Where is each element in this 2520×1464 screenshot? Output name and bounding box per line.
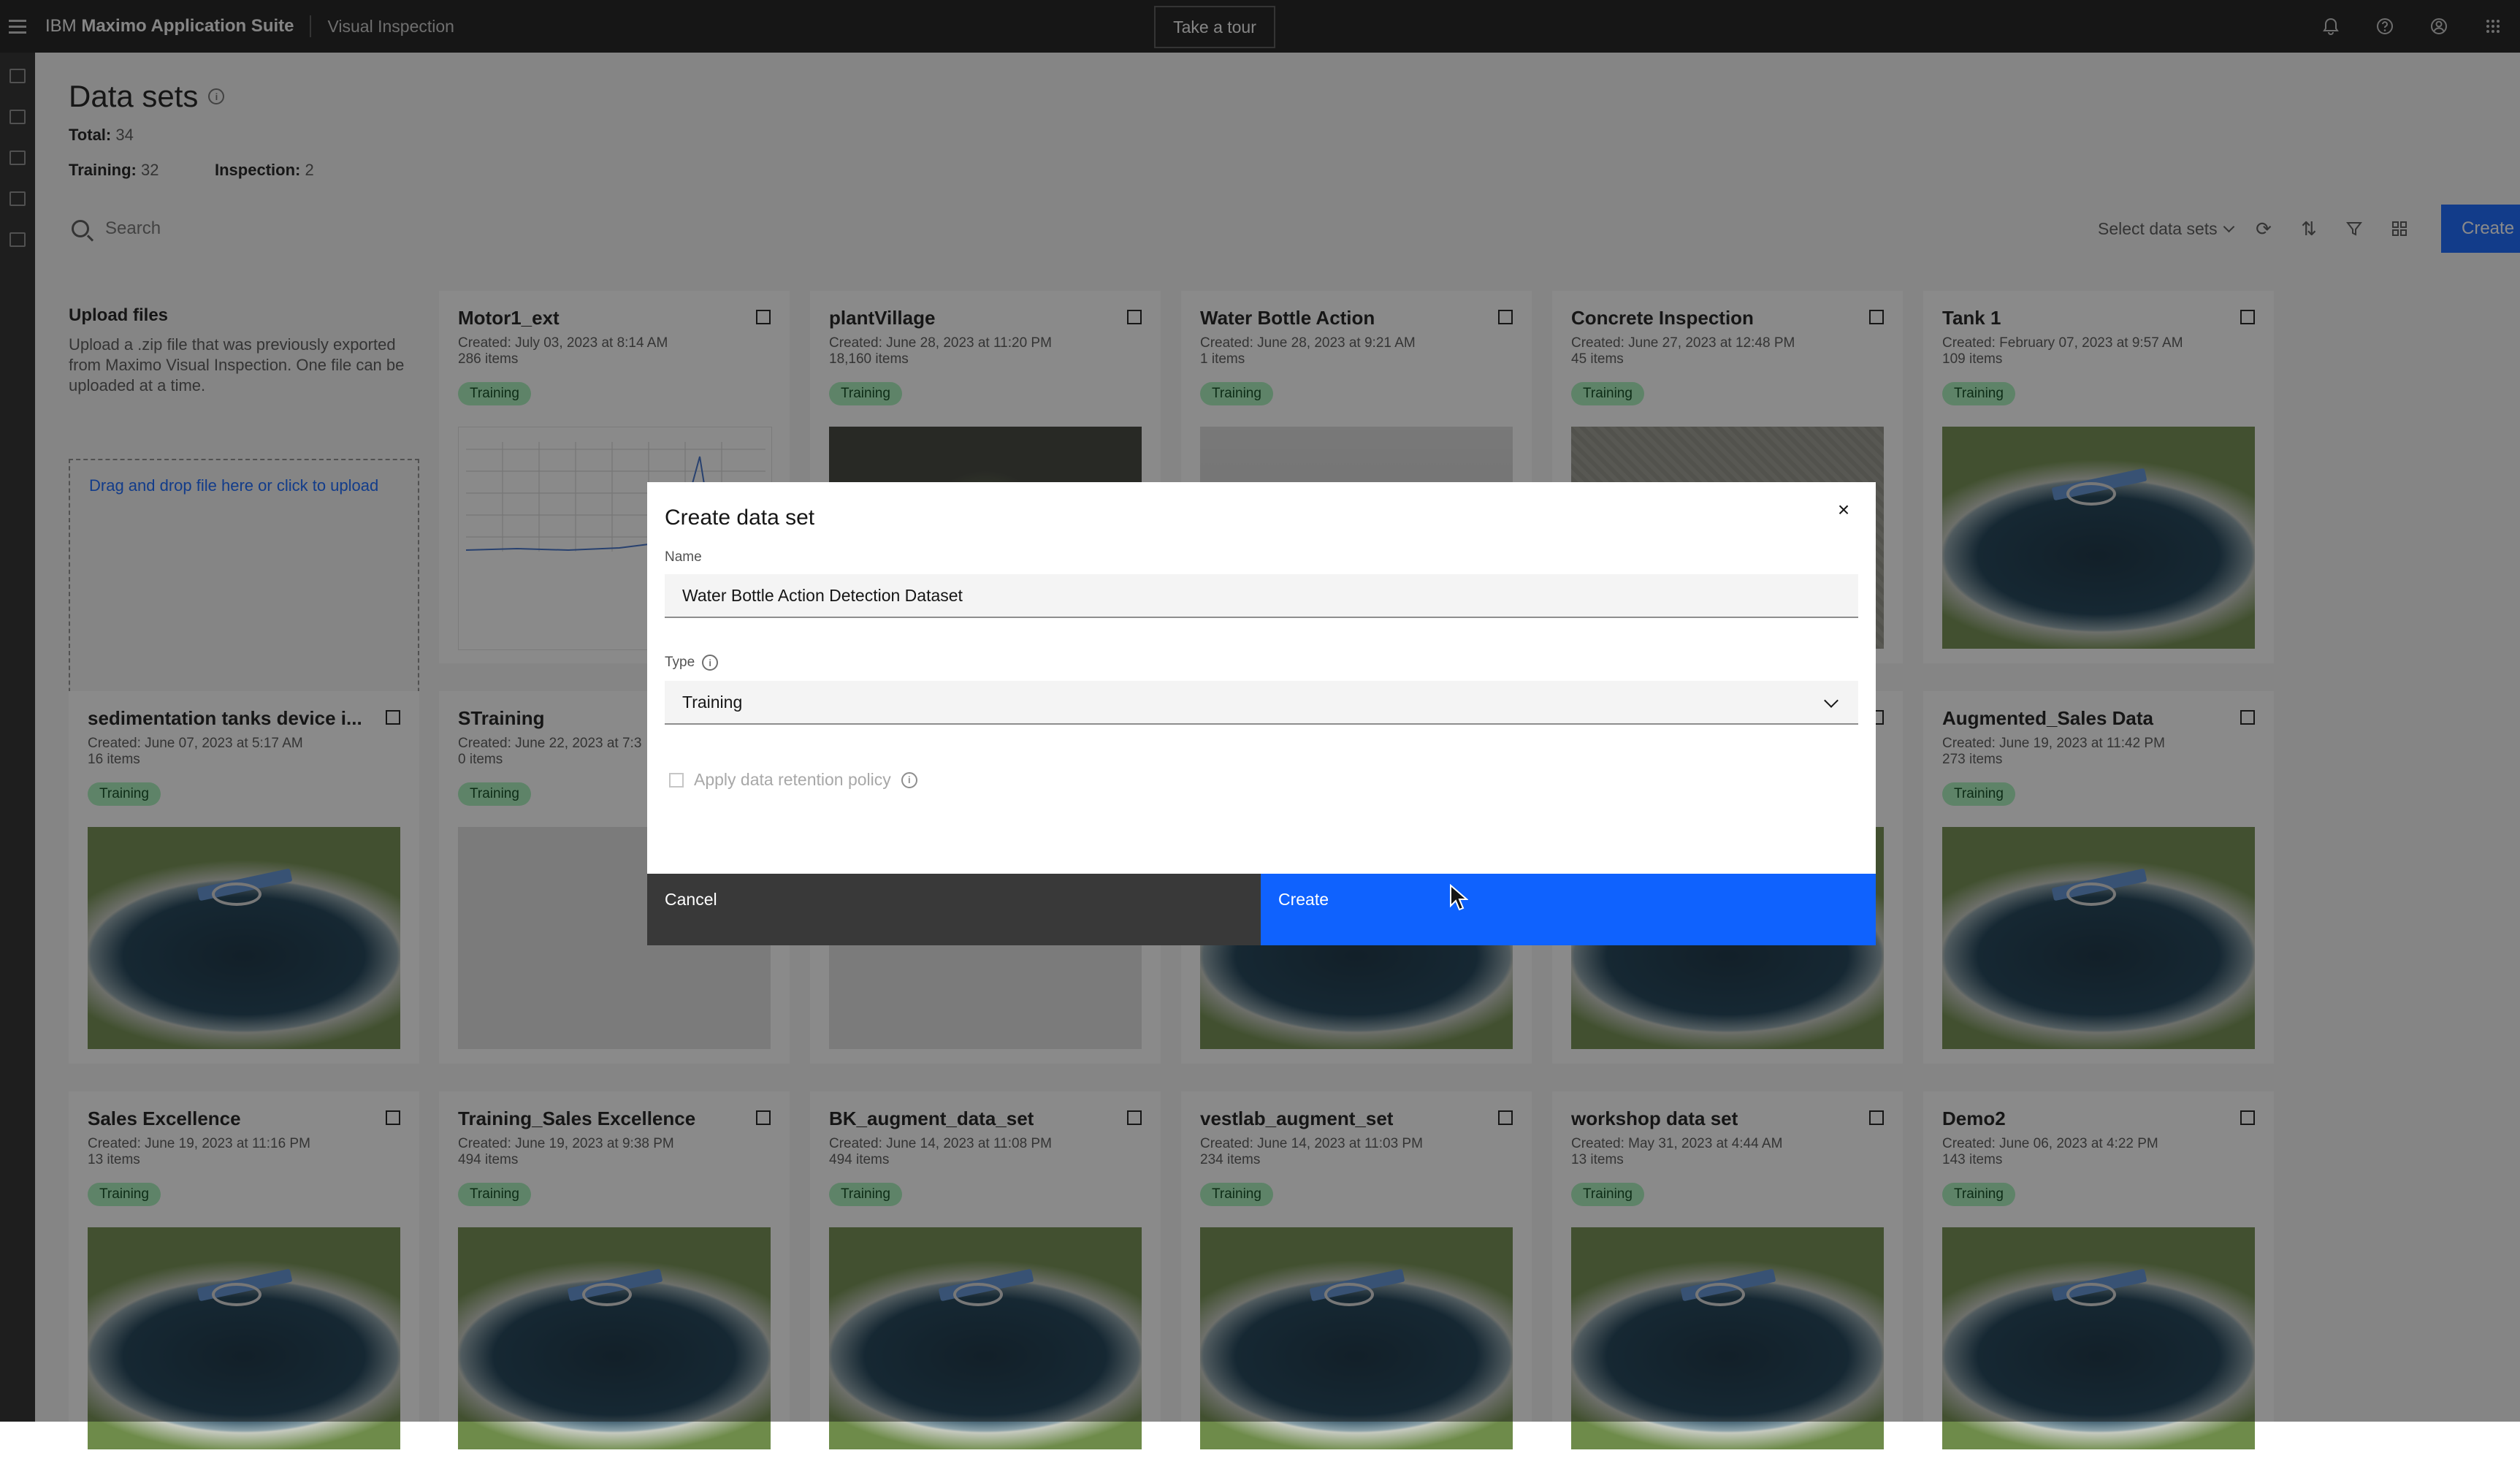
retention-info-icon[interactable]: i: [901, 771, 917, 788]
type-select-value: Training: [682, 692, 743, 712]
type-info-icon[interactable]: i: [702, 655, 719, 671]
chevron-down-icon: [1824, 693, 1839, 708]
name-label: Name: [665, 549, 702, 565]
retention-label: Apply data retention policy: [694, 770, 891, 789]
retention-policy-checkbox[interactable]: Apply data retention policy i: [669, 770, 917, 790]
name-label-text: Name: [665, 549, 702, 565]
name-input[interactable]: Water Bottle Action Detection Dataset: [665, 574, 1858, 618]
modal-title: Create data set: [665, 506, 815, 530]
type-label: Type i: [665, 655, 719, 671]
modal-footer: Cancel Create: [647, 874, 1876, 945]
type-label-text: Type: [665, 655, 695, 670]
create-button[interactable]: Create: [1261, 874, 1876, 945]
name-input-value: Water Bottle Action Detection Dataset: [682, 585, 963, 605]
checkbox-icon: [669, 772, 684, 788]
create-label: Create: [1278, 890, 1329, 909]
close-icon[interactable]: ×: [1829, 495, 1858, 525]
cancel-button[interactable]: Cancel: [647, 874, 1261, 945]
type-select[interactable]: Training: [665, 681, 1858, 725]
create-data-set-modal: Create data set × Name Water Bottle Acti…: [647, 482, 1876, 945]
cancel-label: Cancel: [665, 890, 717, 909]
